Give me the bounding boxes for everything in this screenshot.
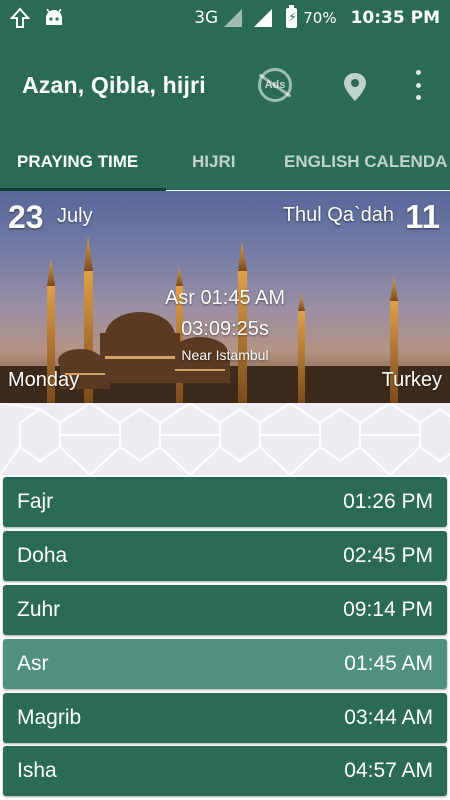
prayer-name: Isha: [17, 759, 57, 782]
tab-hijri[interactable]: HIJRI: [192, 134, 235, 190]
cell-signal-icon: [224, 9, 243, 27]
countdown-timer: 03:09:25s: [181, 318, 269, 340]
prayer-row-asr[interactable]: Asr 01:45 AM: [3, 639, 447, 689]
location-pin-icon[interactable]: [343, 72, 367, 102]
battery-level: 70%: [303, 9, 337, 27]
android-icon: [46, 9, 62, 25]
tab-praying-time[interactable]: PRAYING TIME: [17, 134, 138, 190]
prayer-time: 03:44 AM: [344, 706, 433, 729]
gregorian-month: July: [57, 205, 93, 227]
hijri-day: 11: [405, 198, 440, 235]
prayer-time: 09:14 PM: [343, 598, 433, 621]
country-label: Turkey: [381, 369, 442, 391]
tab-english-calendar[interactable]: ENGLISH CALENDA: [284, 134, 447, 190]
clock: 10:35 PM: [350, 8, 440, 28]
network-type: 3G: [194, 8, 219, 28]
prayer-row-doha[interactable]: Doha 02:45 PM: [3, 531, 447, 581]
battery-charging-icon: ⚡: [286, 5, 298, 28]
wifi-signal-icon: [254, 9, 273, 27]
tab-bar: PRAYING TIME HIJRI ENGLISH CALENDA: [0, 134, 450, 190]
prayer-row-fajr[interactable]: Fajr 01:26 PM: [3, 477, 447, 527]
prayer-name: Magrib: [17, 706, 82, 729]
hero-banner: 23 July Thul Qa`dah 11 Asr 01:45 AM 03:0…: [0, 191, 450, 403]
location-label: Near Istambul: [181, 347, 269, 363]
app-bar: Azan, Qibla, hijri Ads: [0, 36, 450, 134]
more-vert-icon[interactable]: [410, 70, 426, 100]
prayer-row-isha[interactable]: Isha 04:57 AM: [3, 746, 447, 796]
remove-ads-button[interactable]: Ads: [258, 68, 292, 102]
hijri-month: Thul Qa`dah: [282, 204, 394, 226]
prayer-name: Doha: [17, 544, 68, 567]
current-prayer: Asr 01:45 AM: [164, 287, 286, 309]
app-title: Azan, Qibla, hijri: [22, 71, 206, 98]
upload-icon: [10, 7, 30, 28]
prayer-name: Asr: [17, 652, 49, 675]
prayer-name: Fajr: [17, 490, 54, 513]
prayer-name: Zuhr: [17, 598, 61, 621]
prayer-time: 01:45 AM: [344, 652, 433, 675]
remove-ads-icon: Ads: [264, 79, 286, 91]
prayer-row-zuhr[interactable]: Zuhr 09:14 PM: [3, 585, 447, 635]
prayer-time: 01:26 PM: [343, 490, 433, 513]
prayer-row-magrib[interactable]: Magrib 03:44 AM: [3, 693, 447, 743]
gregorian-day: 23: [8, 199, 44, 235]
prayer-time: 04:57 AM: [344, 759, 433, 782]
decorative-pattern: [0, 403, 450, 475]
status-bar: 3G ⚡ 70% 10:35 PM: [0, 0, 450, 36]
prayer-time: 02:45 PM: [343, 544, 433, 567]
weekday-label: Monday: [8, 369, 80, 391]
